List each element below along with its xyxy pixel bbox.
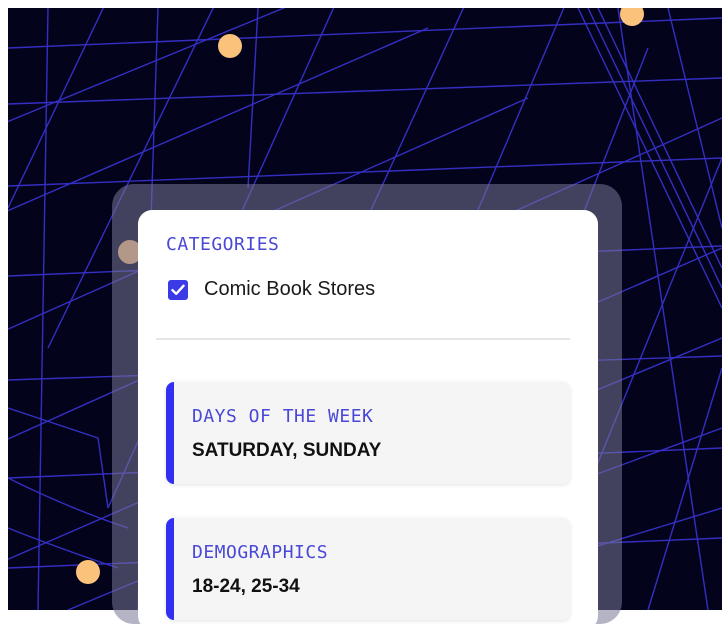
location-marker[interactable] xyxy=(218,34,242,58)
divider xyxy=(156,338,570,340)
days-of-week-heading: DAYS OF THE WEEK xyxy=(192,406,374,427)
days-of-week-value: SATURDAY, SUNDAY xyxy=(192,440,382,461)
category-option-comic-book-stores[interactable]: Comic Book Stores xyxy=(168,278,375,301)
demographics-value: 18-24, 25-34 xyxy=(192,576,300,597)
card-accent xyxy=(166,518,174,620)
demographics-card[interactable]: DEMOGRAPHICS 18-24, 25-34 xyxy=(166,518,570,620)
check-icon xyxy=(171,284,185,295)
location-marker[interactable] xyxy=(76,560,100,584)
days-of-week-card[interactable]: DAYS OF THE WEEK SATURDAY, SUNDAY xyxy=(166,382,570,484)
demographics-heading: DEMOGRAPHICS xyxy=(192,542,329,563)
categories-heading: CATEGORIES xyxy=(166,234,280,255)
category-label: Comic Book Stores xyxy=(204,278,376,300)
checkbox-checked[interactable] xyxy=(168,279,188,300)
card-accent xyxy=(166,382,174,484)
filter-panel: CATEGORIES Comic Book Stores DAYS OF THE… xyxy=(138,210,598,630)
